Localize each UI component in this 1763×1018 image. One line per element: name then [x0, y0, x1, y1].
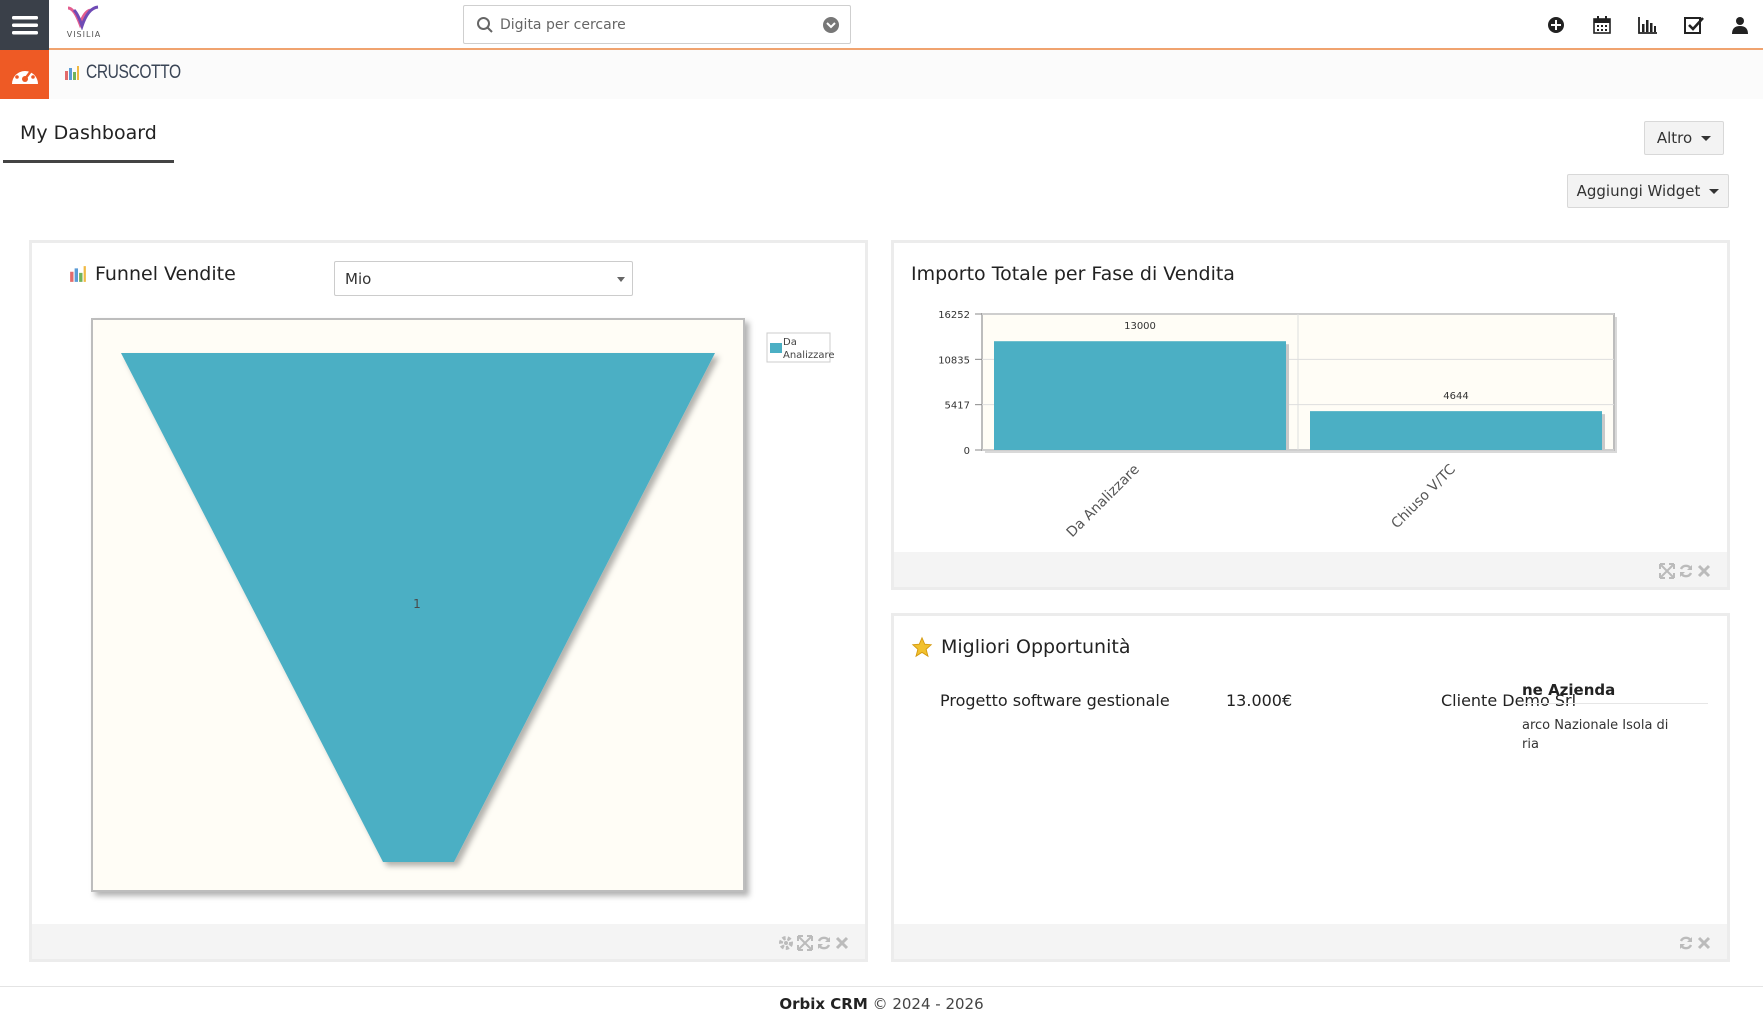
- dashboard-tabs: My Dashboard: [3, 112, 1763, 164]
- caret-down-icon: [1701, 135, 1712, 141]
- bar-1: [1310, 411, 1602, 450]
- funnel-chart: 1 Da Analizzare: [91, 318, 835, 892]
- top-opportunities-widget-footer: [894, 924, 1727, 959]
- sales-stage-bar-chart: 0 5417 10835 16252 13000 Da Analizzare 4644 Chi…: [938, 310, 1617, 541]
- search-icon: [477, 17, 493, 33]
- altro-button-label: Altro: [1656, 129, 1693, 147]
- star-icon: [911, 636, 933, 658]
- top-bar: VISILIA: [0, 0, 1763, 50]
- add-widget-button[interactable]: Aggiungi Widget: [1567, 174, 1729, 208]
- task-check-icon[interactable]: [1671, 0, 1717, 50]
- add-widget-button-label: Aggiungi Widget: [1576, 182, 1701, 200]
- close-icon[interactable]: [835, 935, 849, 951]
- funnel-widget-footer: [32, 924, 865, 959]
- opportunity-name[interactable]: Progetto software gestionale: [940, 691, 1170, 710]
- y-tick-label: 0: [964, 446, 970, 457]
- chart-icon: [65, 66, 79, 80]
- funnel-widget: Funnel Vendite Mio 1 Da Analizzare: [29, 240, 868, 962]
- footer-brand: Orbix CRM: [779, 995, 868, 1013]
- funnel-segment-label: 1: [413, 597, 421, 611]
- module-bar: CRUSCOTTO: [0, 50, 1763, 99]
- close-icon[interactable]: [1697, 563, 1711, 579]
- top-opportunities-widget-title[interactable]: Migliori Opportunità: [911, 636, 1130, 658]
- hamburger-menu-icon[interactable]: [0, 0, 49, 50]
- bar-chart-icon[interactable]: [1625, 0, 1671, 50]
- refresh-icon[interactable]: [816, 935, 832, 951]
- top-opportunities-widget: Migliori Opportunità Progetto software g…: [891, 613, 1730, 962]
- global-search[interactable]: [463, 5, 851, 44]
- x-category-label: Da Analizzare: [1064, 462, 1143, 541]
- x-category-label: Chiuso V/TC: [1388, 461, 1459, 532]
- y-tick-label: 5417: [945, 401, 970, 412]
- sales-stage-widget: Importo Totale per Fase di Vendita 0 5417…: [891, 240, 1730, 590]
- opportunity-amount: 13.000€: [1226, 691, 1293, 710]
- overlay-popover: ne Azienda arco Nazionale Isola di ria: [1522, 681, 1708, 766]
- caret-down-icon: [1709, 188, 1720, 194]
- dashboard-gauge-icon[interactable]: [0, 50, 49, 99]
- bar-value-label: 4644: [1443, 391, 1468, 402]
- overlay-line2: ria: [1522, 737, 1539, 752]
- logo-text: VISILIA: [66, 30, 102, 39]
- overlay-divider: [1522, 703, 1708, 704]
- calendar-icon[interactable]: [1579, 0, 1625, 50]
- user-icon[interactable]: [1717, 0, 1763, 50]
- close-icon[interactable]: [1697, 935, 1711, 951]
- overlay-header: ne Azienda: [1522, 681, 1616, 699]
- legend-swatch: [770, 343, 782, 353]
- bar-0: [994, 341, 1286, 450]
- sales-stage-widget-footer: [894, 552, 1727, 587]
- y-tick-label: 10835: [938, 355, 970, 366]
- module-title[interactable]: CRUSCOTTO: [64, 62, 201, 84]
- page-footer: Orbix CRM © 2024 - 2026: [0, 986, 1763, 1018]
- y-tick-label: 16252: [938, 310, 970, 321]
- footer-copyright: © 2024 - 2026: [872, 995, 984, 1013]
- module-title-text: CRUSCOTTO: [86, 62, 181, 83]
- legend-label-line1: Da: [783, 337, 797, 348]
- chevron-down-circle-icon[interactable]: [822, 16, 840, 34]
- overlay-line1: arco Nazionale Isola di: [1522, 718, 1669, 733]
- app-logo[interactable]: VISILIA: [60, 4, 108, 46]
- fullscreen-icon[interactable]: [1659, 563, 1675, 579]
- search-input[interactable]: [500, 12, 800, 38]
- gear-icon[interactable]: [778, 935, 794, 951]
- fullscreen-icon[interactable]: [797, 935, 813, 951]
- altro-button[interactable]: Altro: [1644, 121, 1724, 155]
- bar-value-label: 13000: [1124, 321, 1156, 332]
- legend-label-line2: Analizzare: [783, 350, 835, 361]
- top-opportunities-title-text: Migliori Opportunità: [941, 636, 1131, 658]
- refresh-icon[interactable]: [1678, 935, 1694, 951]
- tab-my-dashboard[interactable]: My Dashboard: [3, 112, 174, 163]
- add-circle-icon[interactable]: [1533, 0, 1579, 50]
- refresh-icon[interactable]: [1678, 563, 1694, 579]
